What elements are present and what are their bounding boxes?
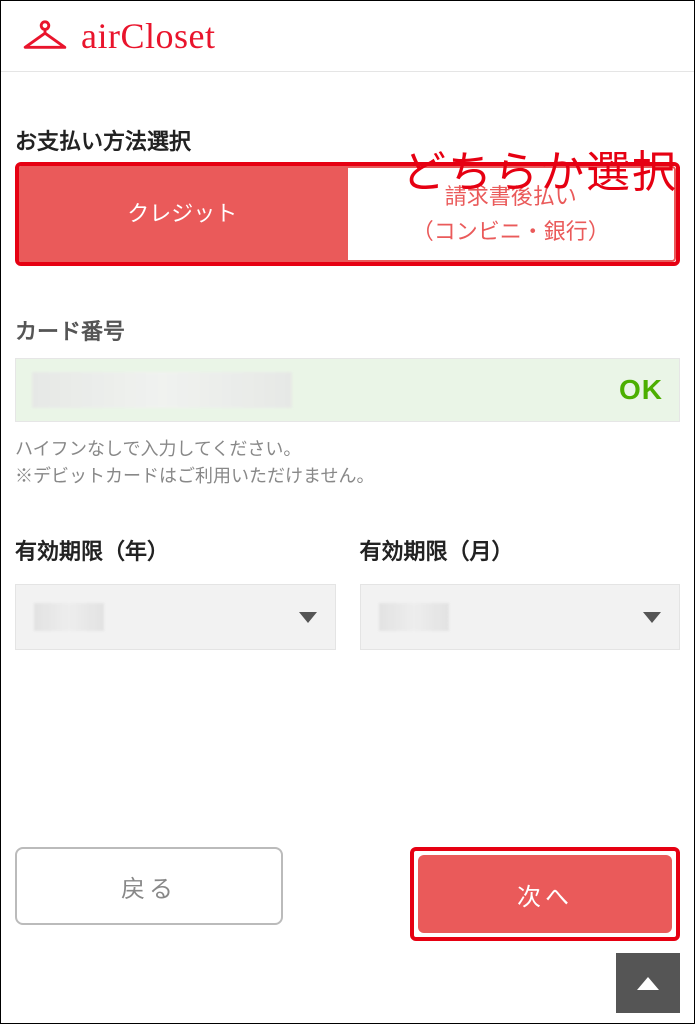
validation-ok-badge: OK <box>619 374 663 406</box>
expiry-month-select[interactable] <box>360 584 681 650</box>
chevron-down-icon <box>299 612 317 623</box>
expiry-month-value-redacted <box>379 603 449 631</box>
card-number-hint: ハイフンなしで入力してください。 ※デビットカードはご利用いただけません。 <box>15 436 680 490</box>
payment-option-credit[interactable]: クレジット <box>19 166 346 262</box>
chevron-up-icon <box>637 977 659 990</box>
expiry-year-value-redacted <box>34 603 104 631</box>
brand-name: airCloset <box>81 15 215 57</box>
card-number-value-redacted <box>32 372 292 408</box>
chevron-down-icon <box>643 612 661 623</box>
payment-option-invoice-label-2: （コンビニ・銀行） <box>412 214 610 249</box>
hint-line-2: ※デビットカードはご利用いただけません。 <box>15 463 680 490</box>
hint-line-1: ハイフンなしで入力してください。 <box>15 436 680 463</box>
back-button[interactable]: 戻る <box>15 847 283 925</box>
card-number-input[interactable]: OK <box>15 358 680 422</box>
scroll-to-top-button[interactable] <box>616 953 680 1013</box>
app-header: airCloset <box>1 1 694 72</box>
expiry-month-label: 有効期限（月） <box>360 534 681 566</box>
expiry-year-label: 有効期限（年） <box>15 534 336 566</box>
hanger-icon <box>21 19 69 53</box>
next-button-label: 次へ <box>517 877 573 912</box>
expiry-year-select[interactable] <box>15 584 336 650</box>
next-button[interactable]: 次へ <box>418 855 672 933</box>
annotation-select-one: どちらか選択 <box>402 136 678 200</box>
next-button-highlight: 次へ <box>410 847 680 941</box>
card-number-label: カード番号 <box>15 314 680 346</box>
back-button-label: 戻る <box>121 869 177 904</box>
footer-buttons: 戻る 次へ <box>15 847 680 941</box>
payment-option-credit-label: クレジット <box>127 196 237 231</box>
